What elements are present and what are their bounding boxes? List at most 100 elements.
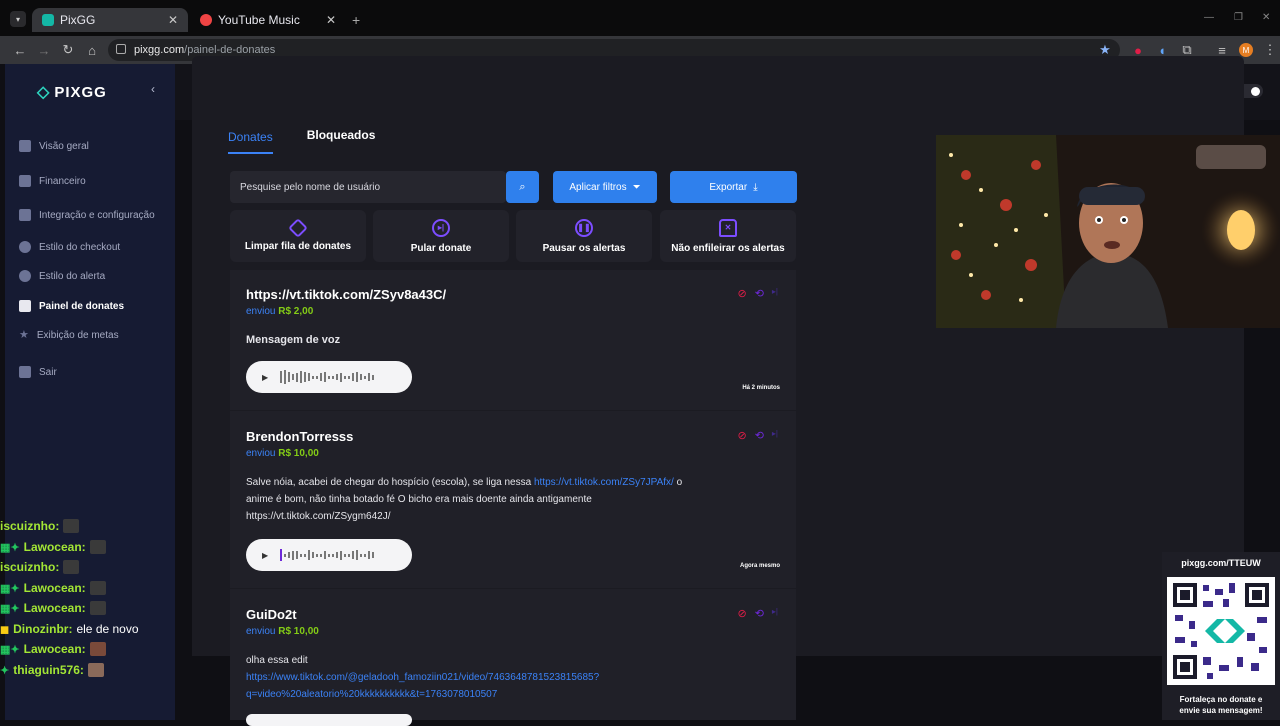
pixgg-favicon-icon	[42, 14, 54, 26]
sidebar-item-painel-donates[interactable]: Painel de donates	[19, 300, 124, 312]
sidebar-item-sair[interactable]: Sair	[19, 366, 57, 378]
chat-username: thiaguin576:	[13, 663, 84, 677]
block-user-icon[interactable]: ⊘	[737, 287, 746, 300]
skip-icon[interactable]: ▸|	[772, 429, 778, 442]
message-text: o	[676, 477, 683, 488]
sidebar-item-exibicao-metas[interactable]: ★ Exibição de metas	[19, 329, 119, 341]
donor-name: GuiDo2t	[246, 607, 297, 622]
block-user-icon[interactable]: ⊘	[737, 429, 746, 442]
minimize-icon[interactable]: —	[1204, 12, 1214, 23]
pause-alerts-button[interactable]: ❚❚ Pausar os alertas	[516, 210, 652, 262]
chat-badge-icon: ◼	[0, 623, 10, 636]
close-tab-icon[interactable]: ✕	[326, 13, 336, 27]
sidebar-item-label: Financeiro	[39, 175, 86, 187]
sidebar-item-label: Sair	[39, 366, 57, 378]
sidebar-item-financeiro[interactable]: Financeiro	[19, 175, 86, 187]
chat-message: iscuiznho:	[0, 519, 80, 533]
dont-queue-alerts-button[interactable]: ✕ Não enfileirar os alertas	[660, 210, 796, 262]
tab-youtube-music[interactable]: YouTube Music ✕	[190, 8, 346, 32]
audio-player[interactable]: ▶	[246, 361, 412, 393]
donate-actions: ⊘ ⟲ ▸|	[737, 429, 778, 442]
sidebar-item-integracao[interactable]: Integração e configuração	[19, 209, 155, 221]
tab-bloqueados[interactable]: Bloqueados	[307, 122, 376, 154]
clear-queue-button[interactable]: Limpar fila de donates	[230, 210, 366, 262]
play-icon[interactable]: ▶	[262, 551, 268, 560]
audio-player[interactable]: ▶	[246, 539, 412, 571]
skip-donate-button[interactable]: ▸| Pular donate	[373, 210, 509, 262]
search-button[interactable]: ⌕	[506, 171, 539, 203]
audio-waveform	[280, 549, 375, 561]
sidebar-item-estilo-checkout[interactable]: Estilo do checkout	[19, 241, 120, 253]
sidebar-item-label: Visão geral	[39, 140, 89, 152]
tab-label: PixGG	[60, 13, 96, 27]
sidebar-item-label: Painel de donates	[39, 300, 125, 312]
chat-emote-icon	[89, 601, 106, 615]
maximize-icon[interactable]: ❐	[1234, 12, 1243, 23]
back-icon[interactable]: ←	[10, 40, 30, 60]
pixgg-logo[interactable]: ◇ PIXGG	[37, 82, 107, 102]
new-tab-button[interactable]: +	[352, 12, 360, 28]
tab-donates[interactable]: Donates	[228, 122, 273, 154]
sidebar-item-visao-geral[interactable]: Visão geral	[19, 140, 89, 152]
url-host: pixgg.com	[134, 44, 185, 56]
chat-emote-icon	[89, 540, 106, 554]
donate-time: Agora mesmo	[739, 563, 780, 569]
message-link[interactable]: https://www.tiktok.com/@geladooh_famozii…	[246, 672, 599, 683]
replay-icon[interactable]: ⟲	[755, 607, 764, 620]
star-icon: ★	[19, 329, 29, 341]
chat-message: ▦✦ Lawocean:	[0, 581, 106, 595]
qr-code	[1167, 577, 1275, 685]
action-label: Limpar fila de donates	[244, 240, 352, 252]
replay-icon[interactable]: ⟲	[755, 287, 764, 300]
reload-icon[interactable]: ↻	[58, 40, 78, 60]
search-input[interactable]	[230, 171, 506, 203]
profile-initial: M	[1239, 43, 1253, 57]
audio-player[interactable]	[246, 714, 412, 726]
donates-tabs: Donates Bloqueados	[228, 122, 409, 154]
action-label: Pausar os alertas	[542, 242, 626, 254]
skip-icon: ▸|	[432, 218, 450, 237]
donor-name: https://vt.tiktok.com/ZSyv8a43C/	[246, 287, 447, 302]
chat-username: Lawocean:	[23, 601, 86, 615]
replay-icon[interactable]: ⟲	[755, 429, 764, 442]
logo-text: PIXGG	[54, 83, 107, 101]
apply-filters-button[interactable]: Aplicar filtros ⏷	[553, 171, 657, 203]
pause-icon: ❚❚	[575, 218, 593, 237]
chat-message: ▦✦ Lawocean:	[0, 540, 106, 554]
message-link[interactable]: https://vt.tiktok.com/ZSy7JPAfx/	[534, 477, 674, 488]
collapse-sidebar-icon[interactable]: ‹	[151, 82, 155, 96]
sent-label: enviou	[246, 626, 276, 637]
sidebar-item-estilo-alerta[interactable]: Estilo do alerta	[19, 270, 105, 282]
filter-icon: ⏷	[632, 181, 641, 193]
plug-icon	[19, 209, 31, 221]
tab-pixgg[interactable]: PixGG ✕	[32, 8, 188, 32]
chat-badge-icon: ✦	[0, 664, 10, 677]
amount-value: R$ 2,00	[278, 306, 314, 317]
qr-panel: pixgg.com/TTEUW Fortaleça no donate e en…	[1162, 552, 1280, 720]
tab-search-icon[interactable]: ▾	[10, 11, 26, 27]
chat-message: ▦✦ Lawocean:	[0, 601, 106, 615]
message-link[interactable]: q=video%20aleatorio%20kkkkkkkkkk&t=17630…	[246, 689, 497, 700]
export-label: Exportar	[709, 181, 748, 193]
chat-username: Dinozinbr:	[13, 622, 73, 636]
donate-card: https://vt.tiktok.com/ZSyv8a43C/ enviou …	[230, 270, 796, 410]
play-icon[interactable]: ▶	[262, 373, 268, 382]
menu-kebab-icon[interactable]: ⋮	[1260, 40, 1280, 60]
block-user-icon[interactable]: ⊘	[737, 607, 746, 620]
stream-chat-overlay: iscuiznho: ▦✦ Lawocean: iscuiznho: ▦✦ Lawo…	[0, 508, 160, 720]
donate-amount: enviou R$ 10,00	[246, 626, 319, 637]
home-icon[interactable]: ⌂	[82, 40, 102, 60]
forward-icon[interactable]: →	[34, 40, 54, 60]
chat-emote-icon	[89, 581, 106, 595]
donate-card: BrendonTorresss enviou R$ 10,00 ⊘ ⟲ ▸| S…	[230, 411, 796, 588]
audio-waveform	[280, 370, 375, 384]
chat-username: Lawocean:	[23, 581, 86, 595]
export-button[interactable]: Exportar ⤓	[670, 171, 797, 203]
youtube-music-favicon-icon	[200, 14, 212, 26]
close-tab-icon[interactable]: ✕	[168, 13, 178, 27]
close-window-icon[interactable]: ✕	[1262, 12, 1270, 23]
skip-icon[interactable]: ▸|	[772, 607, 778, 620]
site-info-icon[interactable]	[116, 44, 126, 54]
logout-icon	[19, 366, 31, 378]
skip-icon[interactable]: ▸|	[772, 287, 778, 300]
